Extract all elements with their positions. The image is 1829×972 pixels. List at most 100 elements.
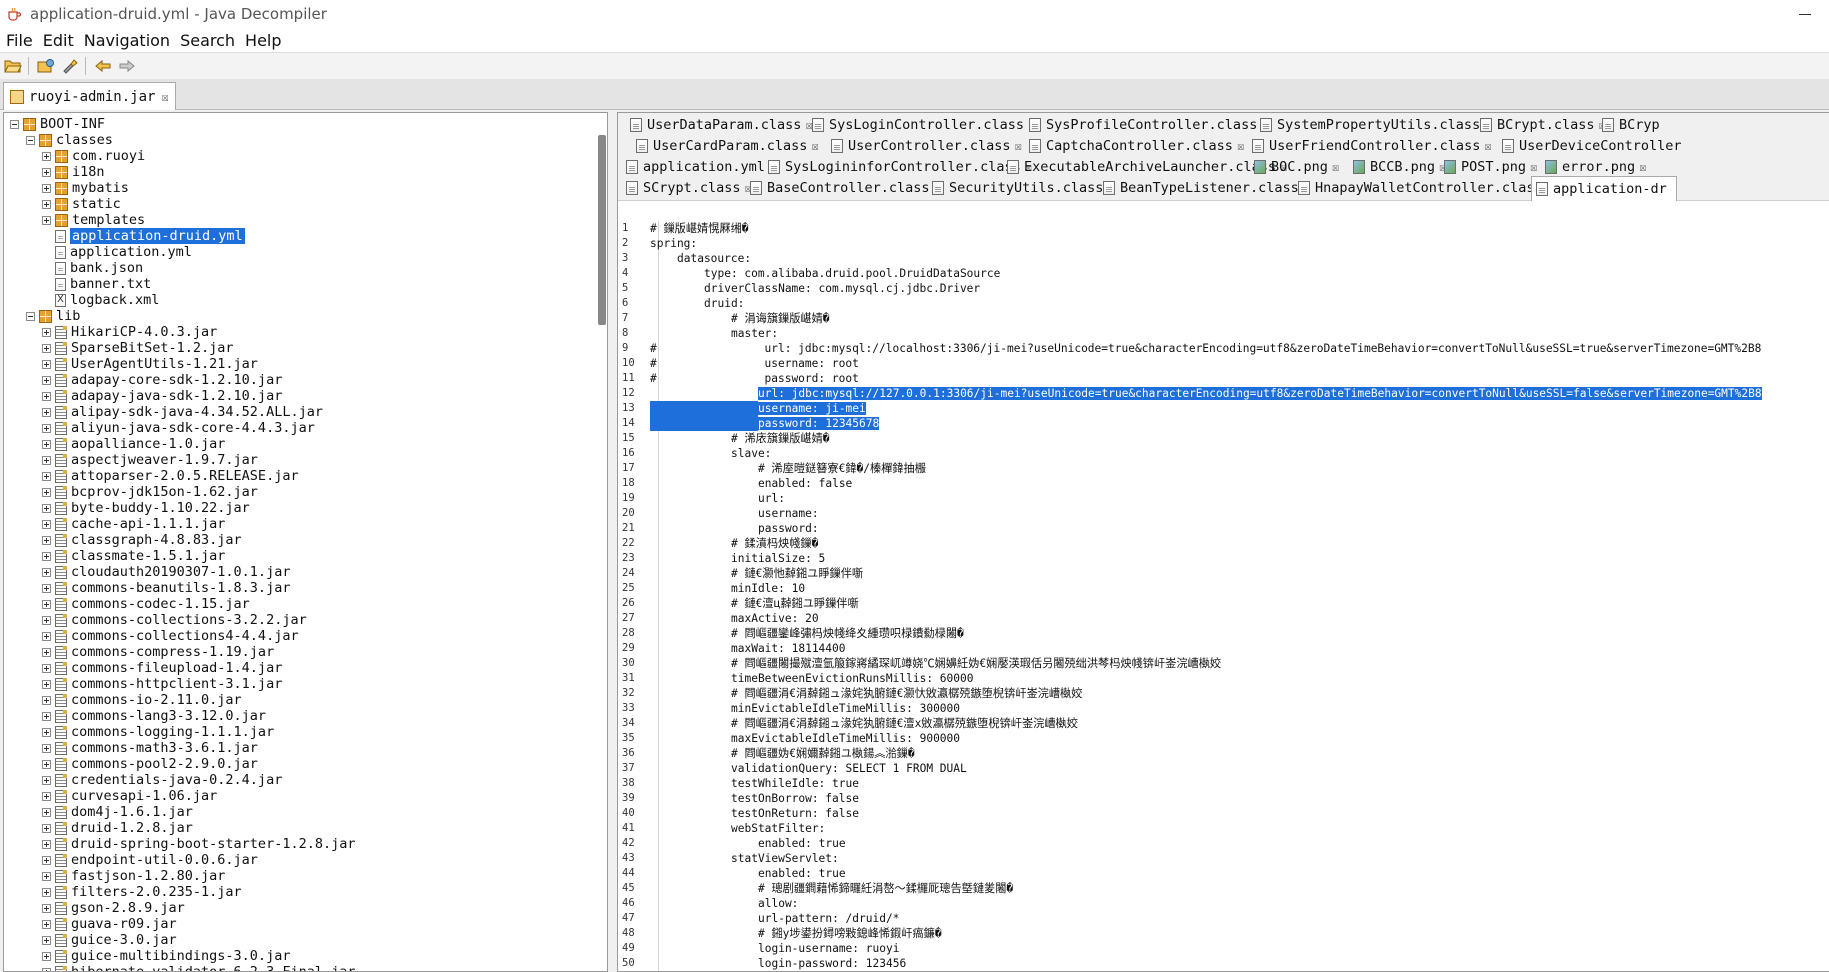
code-view[interactable]: 1234567891011121314151617181920212223242…: [618, 221, 1829, 971]
expand-icon[interactable]: [42, 856, 51, 865]
expand-icon[interactable]: [42, 888, 51, 897]
tree-node[interactable]: cloudauth20190307-1.0.1.jar: [42, 564, 290, 580]
tree-node[interactable]: bcprov-jdk15on-1.62.jar: [42, 484, 258, 500]
tree-node[interactable]: cache-api-1.1.1.jar: [42, 516, 225, 532]
expand-icon[interactable]: [42, 936, 51, 945]
expand-icon[interactable]: [42, 360, 51, 369]
expand-icon[interactable]: [42, 216, 51, 225]
tree-node[interactable]: commons-collections4-4.4.jar: [42, 628, 299, 644]
close-icon[interactable]: ☒: [811, 139, 818, 153]
editor-tab[interactable]: SCrypt.class☒: [622, 176, 746, 200]
close-icon[interactable]: ☒: [1530, 160, 1537, 174]
tree-node[interactable]: adapay-core-sdk-1.2.10.jar: [42, 372, 282, 388]
tree-node[interactable]: guice-3.0.jar: [42, 932, 177, 948]
tree-node[interactable]: i18n: [42, 164, 105, 180]
expand-icon[interactable]: [42, 728, 51, 737]
menu-help[interactable]: Help: [241, 31, 285, 50]
tree-node[interactable]: credentials-java-0.2.4.jar: [42, 772, 282, 788]
tree-node[interactable]: banner.txt: [42, 276, 151, 292]
tree-node[interactable]: byte-buddy-1.10.22.jar: [42, 500, 250, 516]
tree-node[interactable]: commons-collections-3.2.2.jar: [42, 612, 307, 628]
expand-icon[interactable]: [42, 648, 51, 657]
expand-icon[interactable]: [42, 152, 51, 161]
class-tree-panel[interactable]: BOOT-INFclassescom.ruoyii18nmybatisstati…: [3, 112, 608, 972]
expand-icon[interactable]: [42, 920, 51, 929]
expand-icon[interactable]: [42, 744, 51, 753]
close-icon[interactable]: ☒: [1015, 139, 1022, 153]
tree-node[interactable]: com.ruoyi: [42, 148, 145, 164]
tree-node[interactable]: gson-2.8.9.jar: [42, 900, 185, 916]
expand-icon[interactable]: [42, 616, 51, 625]
expand-icon[interactable]: [42, 344, 51, 353]
tree-node[interactable]: logback.xml: [42, 292, 159, 308]
tree-node[interactable]: lib: [26, 308, 80, 324]
tree-node[interactable]: hibernate-validator-6.2.3.Final.jar: [42, 964, 355, 972]
expand-icon[interactable]: [42, 600, 51, 609]
expand-icon[interactable]: [42, 328, 51, 337]
tree-node[interactable]: BOOT-INF: [10, 116, 105, 132]
expand-icon[interactable]: [42, 472, 51, 481]
expand-icon[interactable]: [42, 424, 51, 433]
tree-node[interactable]: classmate-1.5.1.jar: [42, 548, 225, 564]
tree-node[interactable]: commons-math3-3.6.1.jar: [42, 740, 258, 756]
expand-icon[interactable]: [42, 952, 51, 961]
tree-node[interactable]: fastjson-1.2.80.jar: [42, 868, 225, 884]
tree-node[interactable]: attoparser-2.0.5.RELEASE.jar: [42, 468, 299, 484]
expand-icon[interactable]: [42, 776, 51, 785]
tree-node[interactable]: commons-beanutils-1.8.3.jar: [42, 580, 290, 596]
tree-node[interactable]: druid-spring-boot-starter-1.2.8.jar: [42, 836, 355, 852]
tree-node[interactable]: filters-2.0.235-1.jar: [42, 884, 242, 900]
expand-icon[interactable]: [42, 680, 51, 689]
expand-icon[interactable]: [42, 184, 51, 193]
expand-icon[interactable]: [42, 584, 51, 593]
tree-node[interactable]: commons-codec-1.15.jar: [42, 596, 250, 612]
minimize-button[interactable]: [1781, 0, 1829, 28]
expand-icon[interactable]: [42, 824, 51, 833]
tree-node[interactable]: application-druid.yml: [42, 228, 245, 244]
expand-icon[interactable]: [42, 376, 51, 385]
expand-icon[interactable]: [42, 520, 51, 529]
close-icon[interactable]: ☒: [161, 90, 168, 104]
expand-icon[interactable]: [42, 488, 51, 497]
tree-node[interactable]: guava-r09.jar: [42, 916, 177, 932]
tree-node[interactable]: commons-fileupload-1.4.jar: [42, 660, 282, 676]
tree-scrollbar[interactable]: [598, 135, 606, 325]
tree-node[interactable]: adapay-java-sdk-1.2.10.jar: [42, 388, 282, 404]
close-icon[interactable]: ☒: [1639, 160, 1646, 174]
tree-node[interactable]: application.yml: [42, 244, 192, 260]
expand-icon[interactable]: [42, 808, 51, 817]
expand-icon[interactable]: [42, 408, 51, 417]
tree-node[interactable]: UserAgentUtils-1.21.jar: [42, 356, 258, 372]
menu-edit[interactable]: Edit: [39, 31, 78, 50]
tree-node[interactable]: commons-lang3-3.12.0.jar: [42, 708, 266, 724]
tree-node[interactable]: commons-pool2-2.9.0.jar: [42, 756, 258, 772]
expand-icon[interactable]: [42, 552, 51, 561]
tree-node[interactable]: guice-multibindings-3.0.jar: [42, 948, 290, 964]
tree-node[interactable]: commons-logging-1.1.1.jar: [42, 724, 274, 740]
tree-node[interactable]: SparseBitSet-1.2.jar: [42, 340, 234, 356]
expand-icon[interactable]: [42, 792, 51, 801]
back-button[interactable]: [92, 55, 114, 77]
editor-tab[interactable]: HnapayWalletController.class☒: [1294, 176, 1530, 200]
tree-node[interactable]: classgraph-4.8.83.jar: [42, 532, 242, 548]
expand-icon[interactable]: [42, 568, 51, 577]
expand-icon[interactable]: [42, 696, 51, 705]
expand-icon[interactable]: [42, 904, 51, 913]
menu-file[interactable]: File: [2, 31, 37, 50]
expand-icon[interactable]: [42, 168, 51, 177]
expand-icon[interactable]: [42, 456, 51, 465]
close-icon[interactable]: ☒: [1332, 160, 1339, 174]
expand-icon[interactable]: [42, 872, 51, 881]
tree-node[interactable]: templates: [42, 212, 145, 228]
open-type-button[interactable]: [35, 55, 57, 77]
expand-icon[interactable]: [42, 200, 51, 209]
tree-node[interactable]: dom4j-1.6.1.jar: [42, 804, 193, 820]
expand-icon[interactable]: [42, 760, 51, 769]
tree-node[interactable]: alipay-sdk-java-4.34.52.ALL.jar: [42, 404, 323, 420]
expand-icon[interactable]: [42, 440, 51, 449]
open-file-button[interactable]: [2, 55, 24, 77]
tree-node[interactable]: static: [42, 196, 121, 212]
editor-tab[interactable]: SecurityUtils.class☒: [928, 176, 1100, 200]
tree-node[interactable]: classes: [26, 132, 113, 148]
tree-node[interactable]: aspectjweaver-1.9.7.jar: [42, 452, 258, 468]
